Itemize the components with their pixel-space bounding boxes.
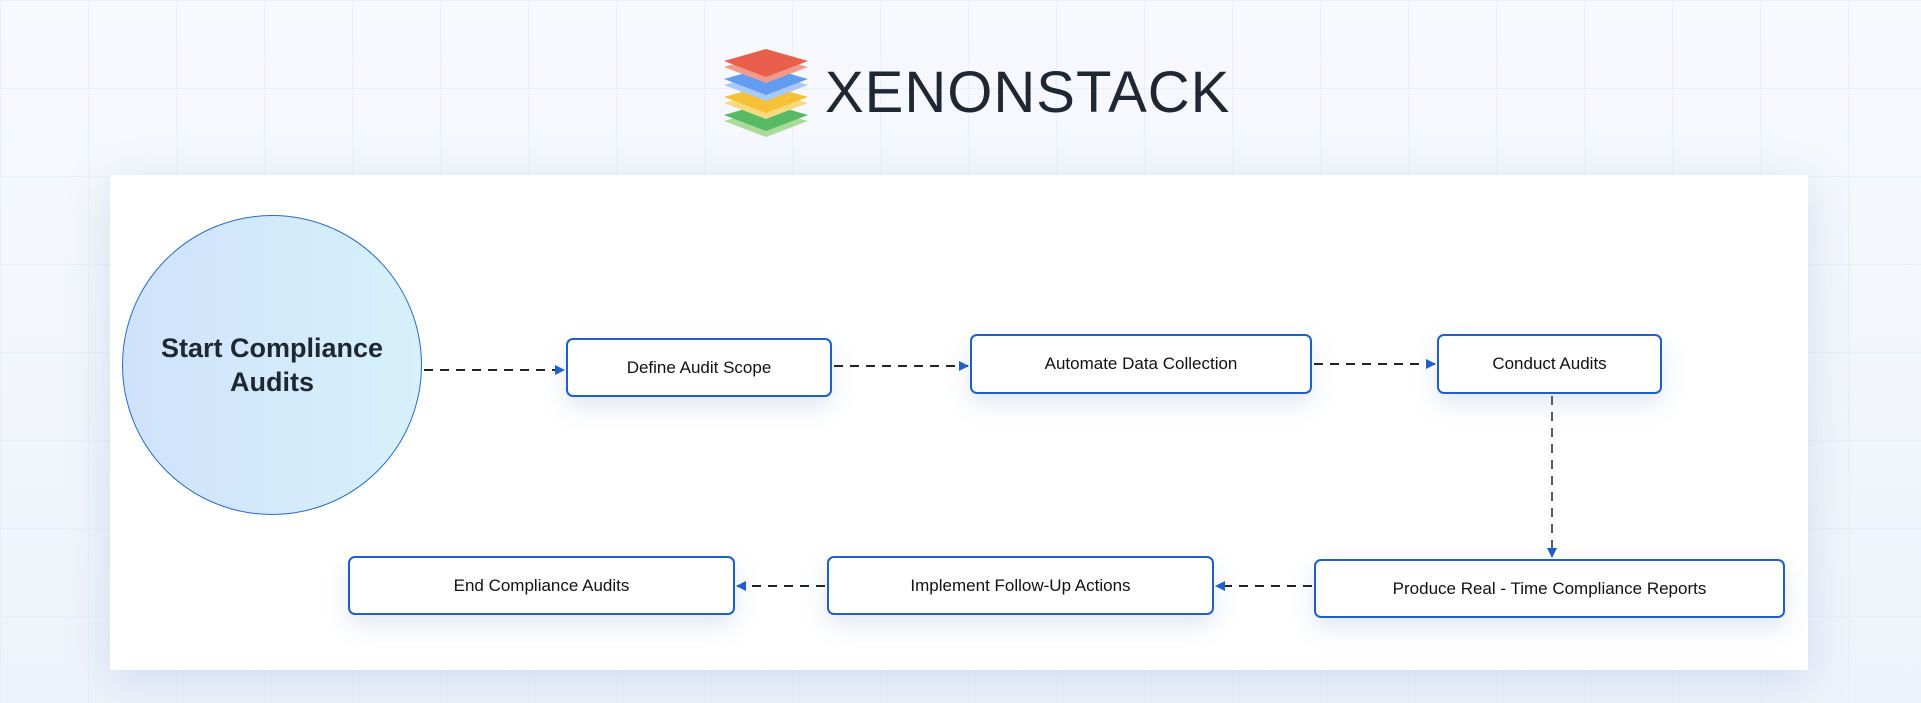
start-node: Start Compliance Audits — [122, 215, 422, 515]
step-produce-reports: Produce Real - Time Compliance Reports — [1314, 559, 1785, 618]
end-node: End Compliance Audits — [348, 556, 735, 615]
step-conduct-audits: Conduct Audits — [1437, 334, 1662, 394]
step-define-audit-scope: Define Audit Scope — [566, 338, 832, 397]
step-label: Conduct Audits — [1492, 354, 1607, 373]
step-label: Define Audit Scope — [626, 357, 772, 377]
start-node-label: Start Compliance Audits — [160, 333, 384, 397]
step-automate-data-collection: Automate Data Collection — [970, 334, 1312, 394]
step-label: Produce Real - Time Compliance Reports — [1392, 578, 1707, 598]
step-label: Implement Follow-Up Actions — [910, 575, 1131, 595]
step-label: End Compliance Audits — [453, 575, 630, 595]
step-label: Automate Data Collection — [1044, 354, 1238, 373]
step-implement-follow-up: Implement Follow-Up Actions — [827, 556, 1214, 615]
